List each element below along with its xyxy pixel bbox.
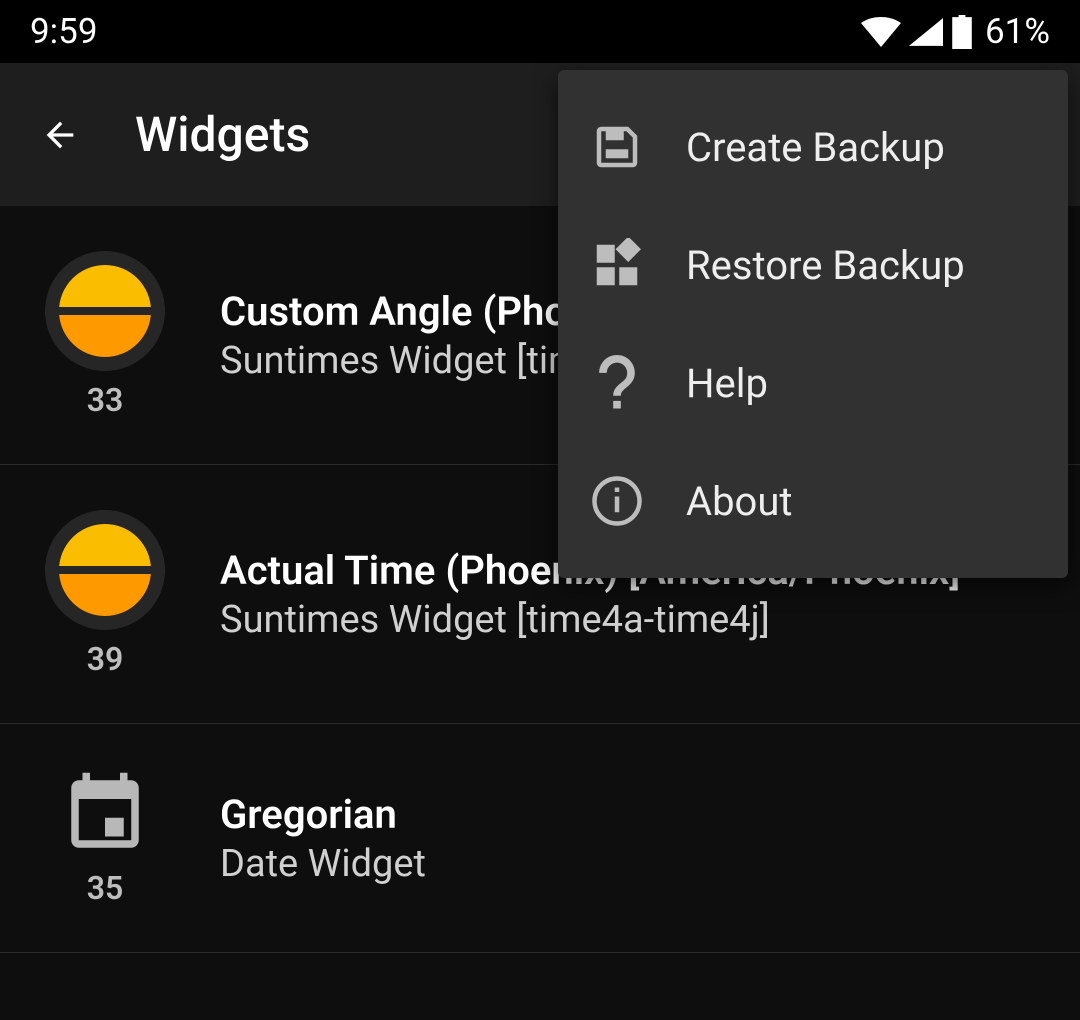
battery-icon [951,15,973,49]
wifi-icon [861,17,901,47]
save-icon [588,118,646,176]
widget-text: Gregorian Date Widget [220,791,426,886]
calendar-icon [60,769,150,859]
signal-icon [909,17,943,47]
menu-item-help[interactable]: Help [558,324,1068,442]
menu-item-about[interactable]: About [558,442,1068,560]
widget-id: 33 [87,381,124,419]
widget-list-item[interactable]: 35 Gregorian Date Widget [0,724,1080,953]
page-title: Widgets [135,106,310,163]
battery-percent: 61% [985,11,1050,52]
status-time: 9:59 [30,11,98,52]
menu-item-restore-backup[interactable]: Restore Backup [558,206,1068,324]
menu-label: Help [686,360,768,407]
sun-icon [45,510,165,630]
widget-icon-wrap: 35 [45,769,165,907]
widget-icon-wrap: 39 [45,510,165,678]
menu-label: About [686,478,793,525]
status-right: 61% [861,11,1050,52]
widget-title: Gregorian [220,791,426,838]
menu-label: Create Backup [686,124,945,171]
widget-subtitle: Date Widget [220,842,426,886]
widget-icon-wrap: 33 [45,251,165,419]
widget-id: 39 [87,640,124,678]
status-bar: 9:59 61% [0,0,1080,63]
overflow-menu: Create Backup Restore Backup Help About [558,70,1068,578]
widget-id: 35 [87,869,124,907]
menu-item-create-backup[interactable]: Create Backup [558,88,1068,206]
sun-icon [45,251,165,371]
menu-label: Restore Backup [686,242,965,289]
info-icon [588,472,646,530]
widget-subtitle: Suntimes Widget [time4a-time4j] [220,598,960,642]
widgets-icon [588,236,646,294]
help-icon [588,354,646,412]
back-button[interactable] [40,115,80,155]
